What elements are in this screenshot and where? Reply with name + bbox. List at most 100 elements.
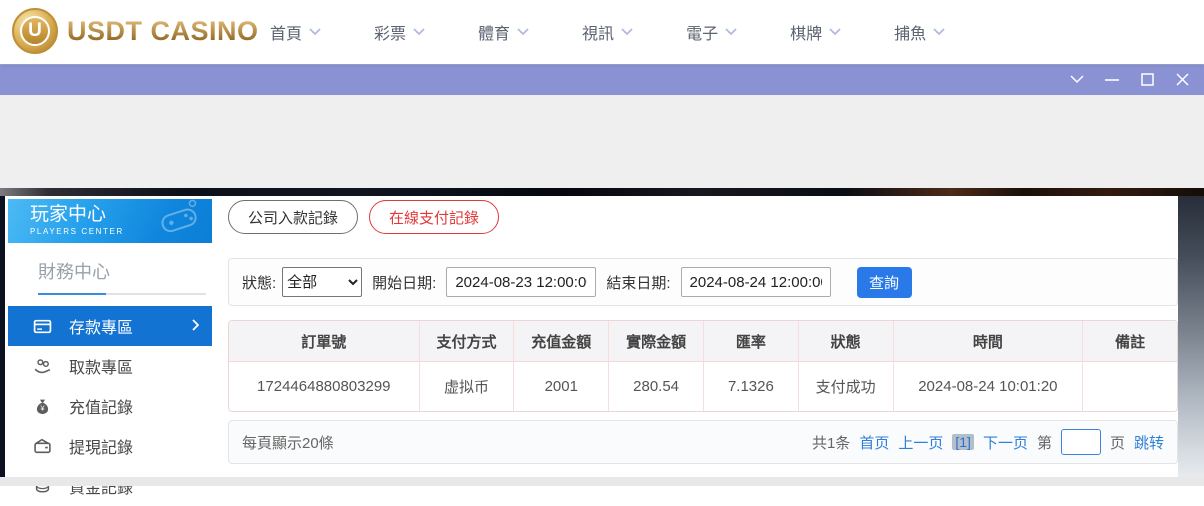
money-bag-icon: ¥ (33, 397, 52, 416)
sidebar-item-label: 提現記錄 (69, 434, 133, 458)
header-actual-amount: 實際金額 (608, 321, 703, 361)
nav-item-chess[interactable]: 棋牌 (790, 20, 841, 44)
tab-company-deposit-record[interactable]: 公司入款記錄 (228, 200, 358, 234)
wallet-icon (33, 437, 52, 456)
record-tabs: 公司入款記錄 在線支付記錄 (228, 200, 1178, 234)
nav-item-lottery[interactable]: 彩票 (374, 20, 425, 44)
site-logo[interactable]: U USDT CASINO (12, 8, 259, 54)
status-select[interactable]: 全部 (282, 267, 362, 297)
nav-item-label: 彩票 (374, 20, 406, 44)
header-status: 狀態 (798, 321, 893, 361)
chevron-down-icon (309, 28, 321, 36)
coin-logo-icon: U (12, 8, 58, 54)
nav-item-live[interactable]: 視訊 (582, 20, 633, 44)
sidebar-menu: 存款專區 取款專區 ¥ 充值記錄 提現記錄 (8, 306, 212, 506)
sidebar-section-title: 財務中心 (38, 258, 212, 284)
prev-page-link[interactable]: 上一页 (898, 432, 943, 453)
filter-panel: 狀態: 全部 開始日期: 結束日期: 查詢 (228, 258, 1178, 306)
cell-rate: 7.1326 (703, 362, 798, 411)
table-header-row: 訂單號 支付方式 充值金額 實際金額 匯率 狀態 時間 備註 (229, 321, 1177, 362)
close-icon (1176, 73, 1189, 86)
jump-label-suffix: 页 (1110, 432, 1125, 453)
sidebar-header: 玩家中心 PLAYERS CENTER (8, 199, 212, 243)
pagination-controls: 共1条 首页 上一页 [1] 下一页 第 页 跳转 (812, 429, 1164, 455)
banner-edge-strip (0, 188, 1204, 196)
chevron-right-icon (192, 319, 199, 331)
header-time: 時間 (893, 321, 1083, 361)
table-row: 1724464880803299 虚拟币 2001 280.54 7.1326 … (229, 362, 1177, 411)
sidebar-item-deposit[interactable]: 存款專區 (8, 306, 212, 346)
cell-remark (1082, 362, 1177, 411)
bank-card-icon (33, 317, 52, 336)
header-order-no: 訂單號 (229, 321, 419, 361)
tab-online-payment-record[interactable]: 在線支付記錄 (369, 200, 499, 234)
start-date-input[interactable] (446, 267, 596, 297)
nav-item-home[interactable]: 首頁 (270, 20, 321, 44)
header-recharge-amount: 充值金額 (513, 321, 608, 361)
content-area: 公司入款記錄 在線支付記錄 狀態: 全部 開始日期: 結束日期: 查詢 訂單號 … (228, 200, 1178, 464)
nav-item-label: 電子 (686, 20, 718, 44)
main-window: 玩家中心 PLAYERS CENTER 財務中心 存款專區 (0, 196, 1204, 477)
current-page-indicator: [1] (952, 434, 974, 450)
header-remark: 備註 (1082, 321, 1177, 361)
cell-actual-amount: 280.54 (608, 362, 703, 411)
status-label: 狀態: (242, 272, 276, 293)
nav-item-slots[interactable]: 電子 (686, 20, 737, 44)
pagination-bar: 每頁顯示20條 共1条 首页 上一页 [1] 下一页 第 页 跳转 (228, 420, 1178, 464)
chevron-down-icon (829, 28, 841, 36)
end-date-label: 結束日期: (606, 272, 670, 293)
next-page-link[interactable]: 下一页 (983, 432, 1028, 453)
sidebar-item-label: 存款專區 (69, 314, 133, 338)
left-background-edge (0, 196, 5, 477)
jump-go-link[interactable]: 跳转 (1134, 432, 1164, 453)
nav-item-label: 視訊 (582, 20, 614, 44)
chevron-down-icon (1070, 75, 1084, 84)
sidebar: 玩家中心 PLAYERS CENTER 財務中心 存款專區 (8, 199, 212, 506)
top-nav-bar: U USDT CASINO 首頁 彩票 體育 視訊 電子 棋牌 捕魚 (0, 0, 1204, 64)
sidebar-item-label: 充值記錄 (69, 394, 133, 418)
chevron-down-icon (517, 28, 529, 36)
page-background-spacer (0, 95, 1204, 188)
window-collapse-button[interactable] (1068, 71, 1086, 89)
cell-status: 支付成功 (798, 362, 893, 411)
cell-time: 2024-08-24 10:01:20 (893, 362, 1083, 411)
nav-item-label: 體育 (478, 20, 510, 44)
right-background-edge (1178, 196, 1204, 477)
sidebar-item-label: 取款專區 (69, 354, 133, 378)
maximize-icon (1141, 73, 1154, 86)
minimize-icon (1105, 78, 1119, 82)
page-jump-input[interactable] (1061, 429, 1101, 455)
window-bottom-edge (0, 477, 1204, 486)
header-pay-method: 支付方式 (419, 321, 514, 361)
window-minimize-button[interactable] (1103, 71, 1121, 89)
start-date-label: 開始日期: (372, 272, 436, 293)
cell-recharge-amount: 2001 (513, 362, 608, 411)
sidebar-item-recharge-record[interactable]: ¥ 充值記錄 (8, 386, 212, 426)
first-page-link[interactable]: 首页 (859, 432, 889, 453)
chevron-down-icon (413, 28, 425, 36)
chevron-down-icon (621, 28, 633, 36)
nav-item-label: 首頁 (270, 20, 302, 44)
window-title-bar (0, 64, 1204, 95)
page-size-text: 每頁顯示20條 (242, 432, 334, 453)
header-rate: 匯率 (703, 321, 798, 361)
site-logo-text: USDT CASINO (67, 16, 259, 47)
cell-pay-method: 虚拟币 (419, 362, 514, 411)
nav-item-sports[interactable]: 體育 (478, 20, 529, 44)
sidebar-item-withdraw[interactable]: 取款專區 (8, 346, 212, 386)
search-button[interactable]: 查詢 (857, 267, 912, 298)
end-date-input[interactable] (681, 267, 831, 297)
chevron-down-icon (933, 28, 945, 36)
sidebar-item-withdrawal-record[interactable]: 提現記錄 (8, 426, 212, 466)
window-close-button[interactable] (1173, 71, 1191, 89)
total-count-text: 共1条 (812, 432, 850, 453)
coin-logo-letter: U (20, 16, 50, 46)
sidebar-item-funds-record[interactable]: 資金記錄 (8, 466, 212, 506)
main-nav-menu: 首頁 彩票 體育 視訊 電子 棋牌 捕魚 (270, 0, 945, 64)
hand-coins-icon (33, 357, 52, 376)
nav-item-fishing[interactable]: 捕魚 (894, 20, 945, 44)
gamepad-icon (154, 196, 207, 244)
records-table: 訂單號 支付方式 充值金額 實際金額 匯率 狀態 時間 備註 172446488… (228, 320, 1178, 412)
window-maximize-button[interactable] (1138, 71, 1156, 89)
jump-label-prefix: 第 (1037, 432, 1052, 453)
